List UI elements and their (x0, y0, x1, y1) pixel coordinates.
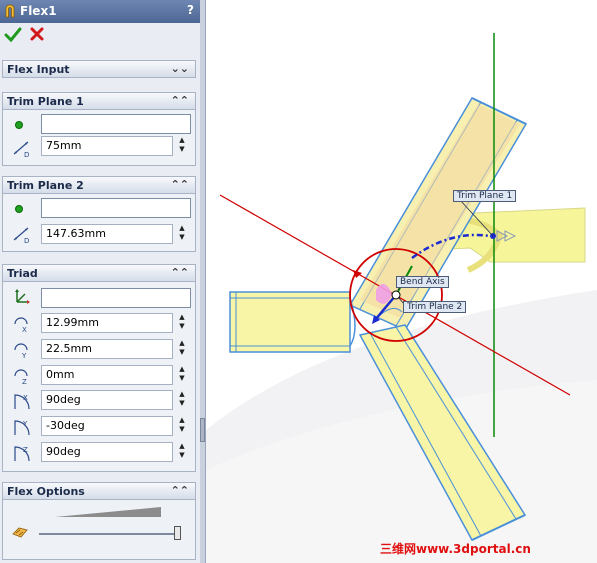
triad-z-input[interactable]: 0mm (41, 365, 173, 385)
chevron-double-down-icon[interactable]: ⌄⌄ (171, 62, 189, 75)
trim-plane-2-distance-spinner[interactable]: ▲ ▼ (176, 224, 188, 244)
trim-plane-1-group-label: Trim Plane 1 (7, 95, 84, 108)
svg-text:X: X (23, 394, 28, 402)
bend-axis-callout[interactable]: Bend Axis (396, 276, 449, 288)
green-checkmark-icon (4, 27, 22, 43)
splitter-collapse-handle[interactable] (200, 418, 205, 442)
property-manager-title-bar: Flex1 ? (0, 0, 200, 23)
cancel-button[interactable] (26, 26, 48, 48)
flex-options-group-header[interactable]: Flex Options ⌃⌃ (2, 482, 196, 500)
trim-plane-1-distance-input[interactable]: 75mm (41, 136, 173, 156)
trim-plane-1-callout[interactable]: Trim Plane 1 (453, 190, 517, 202)
help-button[interactable]: ? (187, 3, 194, 17)
svg-text:Z: Z (22, 378, 27, 386)
flex-options-group-body (2, 500, 196, 560)
delta-z-icon: Z (14, 369, 28, 386)
rotation-x-icon: X (14, 394, 30, 410)
trim-plane-2-callout[interactable]: Trim Plane 2 (403, 301, 467, 313)
triad-y-input[interactable]: 22.5mm (41, 339, 173, 359)
delta-x-icon: X (14, 317, 28, 334)
accuracy-icon (12, 527, 28, 538)
trim-plane-2-group-header[interactable]: Trim Plane 2 ⌃⌃ (2, 176, 196, 194)
triad-rotation-z-input[interactable]: 90deg (41, 442, 173, 462)
triad-rotation-y-input[interactable]: -30deg (41, 416, 173, 436)
rotation-y-icon: Y (14, 420, 30, 436)
red-x-icon (30, 27, 44, 41)
graphics-viewport[interactable]: Trim Plane 1 Bend Axis Trim Plane 2 (206, 0, 597, 563)
chevron-double-up-icon[interactable]: ⌃⌃ (171, 94, 189, 107)
trim-plane-2-distance-input[interactable]: 147.63mm (41, 224, 173, 244)
triad-z-spinner[interactable]: ▲ ▼ (176, 365, 188, 385)
flex-feature-icon (5, 4, 15, 18)
confirmation-bar (0, 23, 200, 55)
triad-rotation-x-spinner[interactable]: ▲ ▼ (176, 390, 188, 410)
triad-rotation-y-spinner[interactable]: ▲ ▼ (176, 416, 188, 436)
flex-input-group-label: Flex Input (7, 63, 70, 76)
delta-y-icon: Y (14, 343, 28, 360)
ok-button[interactable] (2, 26, 24, 48)
trim-plane-1-group-body: D 75mm ▲ ▼ (2, 110, 196, 166)
trim-plane-2-group-body: D 147.63mm ▲ ▼ (2, 194, 196, 252)
point-selection-icon (15, 121, 23, 129)
triad-x-input[interactable]: 12.99mm (41, 313, 173, 333)
tube-left (229, 291, 351, 353)
chevron-double-up-icon[interactable]: ⌃⌃ (171, 178, 189, 191)
chevron-double-up-icon[interactable]: ⌃⌃ (171, 484, 189, 497)
triad-group-label: Triad (7, 267, 38, 280)
point-selection-icon (15, 205, 23, 213)
rotation-z-icon: Z (14, 446, 30, 462)
chevron-double-up-icon[interactable]: ⌃⌃ (171, 266, 189, 279)
trim-plane-2-entity-field[interactable] (41, 198, 191, 218)
svg-text:D: D (24, 151, 29, 158)
trim-plane-1-entity-field[interactable] (41, 114, 191, 134)
distance-icon: D (13, 141, 29, 158)
trim-plane-1-group-header[interactable]: Trim Plane 1 ⌃⌃ (2, 92, 196, 110)
triad-y-spinner[interactable]: ▲ ▼ (176, 339, 188, 359)
svg-text:X: X (22, 326, 27, 334)
svg-text:Z: Z (23, 446, 28, 454)
triad-reference-icon (15, 289, 30, 304)
triad-reference-field[interactable] (41, 288, 191, 308)
triad-group-header[interactable]: Triad ⌃⌃ (2, 264, 196, 282)
flex-input-group-header[interactable]: Flex Input ⌄⌄ (2, 60, 196, 78)
triad-group-body: X 12.99mm ▲ ▼ Y 22.5mm ▲ ▼ Z 0mm ▲ ▼ X 90de… (2, 282, 196, 472)
property-manager-panel: Flex1 ? Flex Input ⌄⌄ Trim Plane 1 ⌃⌃ D … (0, 0, 201, 563)
svg-text:Y: Y (21, 352, 27, 360)
svg-text:Y: Y (22, 420, 28, 428)
accuracy-slider-thumb[interactable] (174, 526, 181, 540)
accuracy-slider-track[interactable] (39, 533, 181, 535)
distance-icon: D (13, 227, 29, 244)
triad-rotation-x-input[interactable]: 90deg (41, 390, 173, 410)
watermark-text: 三维网www.3dportal.cn (380, 542, 531, 556)
svg-text:D: D (24, 237, 29, 244)
triad-rotation-z-spinner[interactable]: ▲ ▼ (176, 442, 188, 462)
flex-options-group-label: Flex Options (7, 485, 85, 498)
trim-plane-2-group-label: Trim Plane 2 (7, 179, 84, 192)
accuracy-ramp-icon (55, 507, 161, 517)
triad-x-spinner[interactable]: ▲ ▼ (176, 313, 188, 333)
feature-title: Flex1 (20, 4, 57, 18)
trim-plane-1-distance-spinner[interactable]: ▲ ▼ (176, 136, 188, 156)
